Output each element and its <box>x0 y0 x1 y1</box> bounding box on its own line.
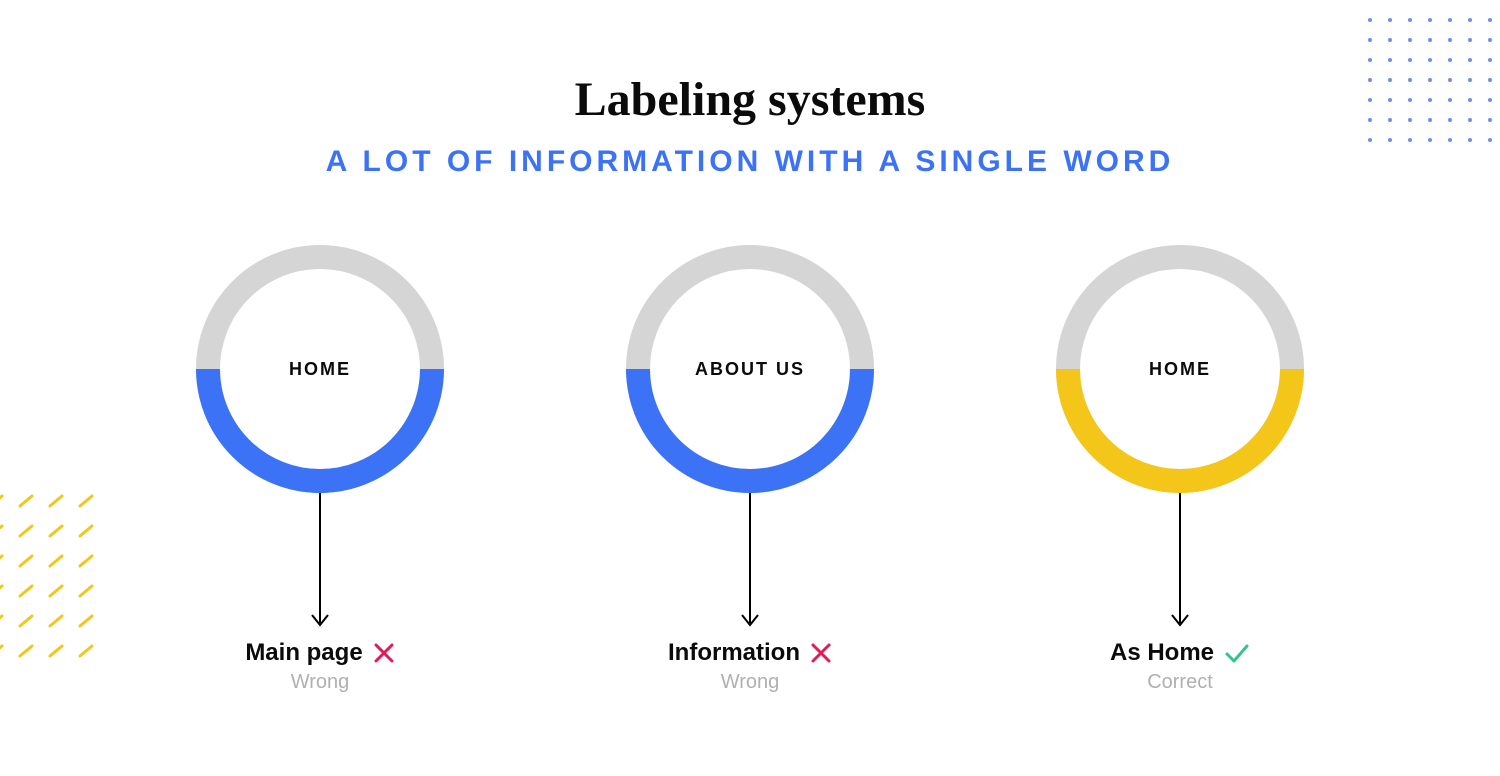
diagram-item: HOME Main page Wrong <box>180 239 460 694</box>
cross-icon <box>810 642 832 664</box>
result-row: Main page <box>245 639 394 667</box>
ring-label: ABOUT US <box>620 239 880 499</box>
ring-diagram: HOME <box>190 239 450 499</box>
cross-icon <box>373 642 395 664</box>
arrow-down-icon <box>740 483 760 633</box>
ring-diagram: HOME <box>1050 239 1310 499</box>
result-row: Information <box>668 639 832 667</box>
ring-label: HOME <box>190 239 450 499</box>
diagram-row: HOME Main page Wrong ABOUT US <box>0 239 1500 694</box>
diagram-item: HOME As Home Correct <box>1040 239 1320 694</box>
decorative-dots <box>1360 10 1500 160</box>
arrow-down-icon <box>310 483 330 633</box>
result-label: Main page <box>245 639 362 667</box>
result-caption: Wrong <box>291 671 350 694</box>
result-caption: Correct <box>1147 671 1213 694</box>
decorative-dashes <box>0 486 140 686</box>
diagram-item: ABOUT US Information Wrong <box>610 239 890 694</box>
arrow-down-icon <box>1170 483 1190 633</box>
ring-diagram: ABOUT US <box>620 239 880 499</box>
page-subtitle: A lot of information with a single word <box>0 145 1500 179</box>
result-label: As Home <box>1110 639 1214 667</box>
result-caption: Wrong <box>721 671 780 694</box>
check-icon <box>1224 642 1250 664</box>
result-label: Information <box>668 639 800 667</box>
page-title: Labeling systems <box>0 72 1500 127</box>
result-row: As Home <box>1110 639 1250 667</box>
ring-label: HOME <box>1050 239 1310 499</box>
